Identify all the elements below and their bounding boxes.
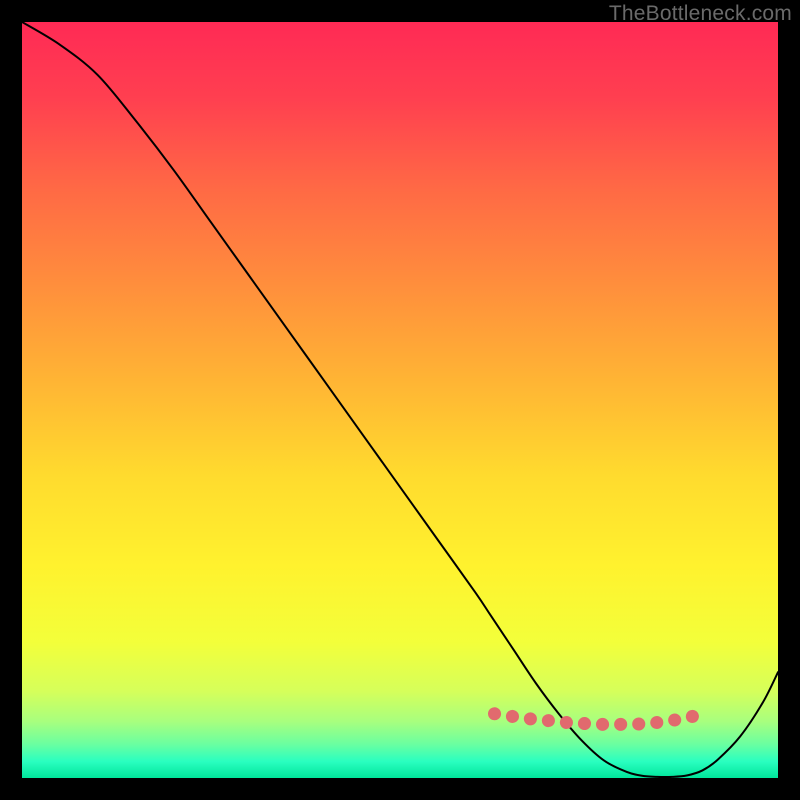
chart-background — [22, 22, 778, 778]
watermark-label: TheBottleneck.com — [609, 2, 792, 26]
chart-frame — [22, 22, 778, 778]
chart-canvas — [22, 22, 778, 778]
